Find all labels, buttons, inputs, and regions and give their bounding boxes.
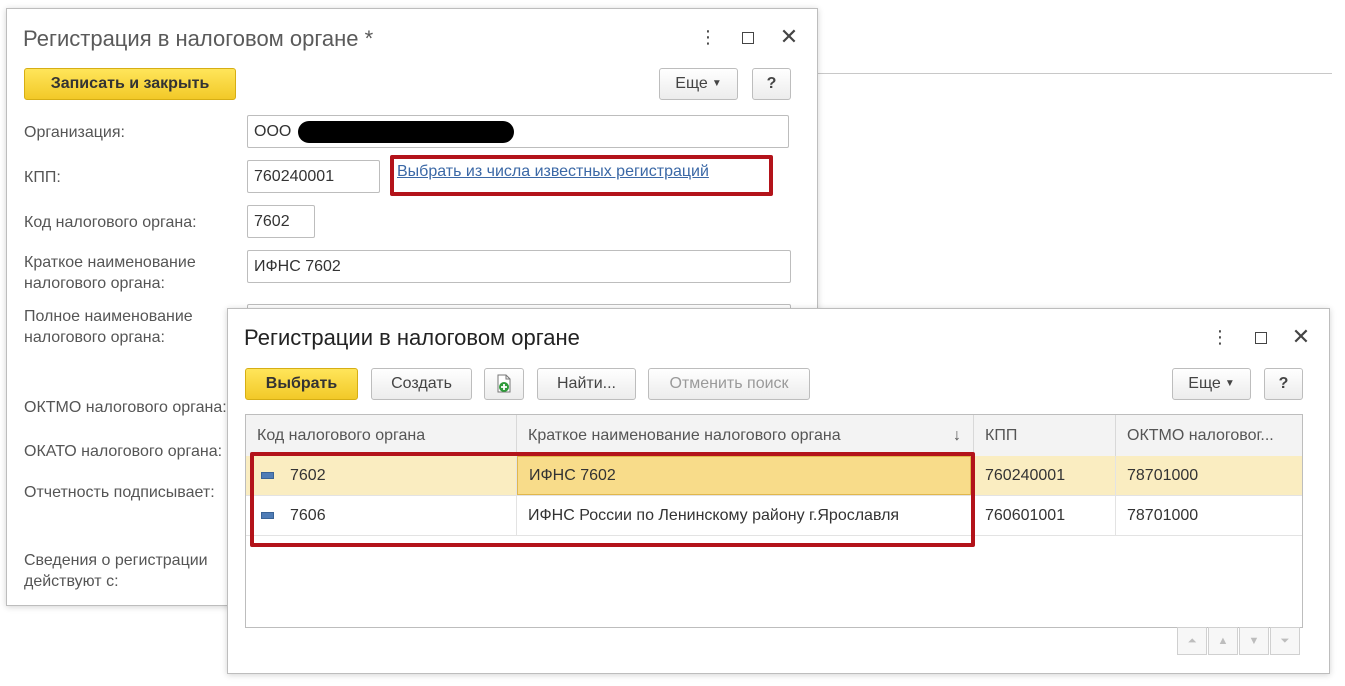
signer-label: Отчетность подписывает: <box>24 484 215 501</box>
short-name-label: Краткое наименование налогового органа: <box>24 254 196 292</box>
org-value: ООО <box>254 123 292 140</box>
last-page-icon[interactable]: ⏷ <box>1270 627 1300 655</box>
tax-code-field[interactable]: 7602 <box>247 205 315 238</box>
column-header-oktmo[interactable]: ОКТМО налоговог... <box>1116 415 1302 456</box>
close-icon[interactable]: ✕ <box>778 26 800 48</box>
more-menu-label: Еще <box>675 75 708 93</box>
form-title: Регистрация в налоговом органе * <box>23 26 374 51</box>
create-button[interactable]: Создать <box>371 368 472 400</box>
cell-kpp: 760240001 <box>974 456 1116 495</box>
org-field[interactable]: ООО <box>247 115 789 148</box>
registrations-list-window: Регистрации в налоговом органе ⋮ ✕ Выбра… <box>227 308 1330 674</box>
full-name-label: Полное наименование налогового органа: <box>24 308 193 346</box>
cell-oktmo: 78701000 <box>1127 507 1199 524</box>
help-button[interactable]: ? <box>1264 368 1303 400</box>
chevron-down-icon: ▼ <box>711 78 722 89</box>
cell-oktmo: 78701000 <box>1127 467 1199 484</box>
column-header-short-name-label: Краткое наименование налогового органа <box>528 427 841 444</box>
highlight-frame-link <box>390 155 773 196</box>
more-menu-button[interactable]: Еще ▼ <box>659 68 738 100</box>
org-label: Организация: <box>24 124 125 141</box>
next-page-icon[interactable]: ▼ <box>1239 627 1269 655</box>
oktmo-label: ОКТМО налогового органа: <box>24 399 227 416</box>
more-menu-button[interactable]: Еще ▼ <box>1172 368 1251 400</box>
short-name-field[interactable]: ИФНС 7602 <box>247 250 791 283</box>
kpp-field[interactable]: 760240001 <box>247 160 380 193</box>
column-header-code[interactable]: Код налогового органа <box>246 415 517 456</box>
add-copy-button[interactable] <box>484 368 524 400</box>
select-button[interactable]: Выбрать <box>245 368 358 400</box>
more-vertical-icon[interactable]: ⋮ <box>1209 326 1231 348</box>
valid-from-label: Сведения о регистрации действуют с: <box>24 552 208 590</box>
maximize-icon[interactable] <box>1250 326 1272 348</box>
chevron-down-icon: ▼ <box>1224 378 1235 389</box>
close-icon[interactable]: ✕ <box>1290 326 1312 348</box>
more-vertical-icon[interactable]: ⋮ <box>697 26 719 48</box>
column-header-kpp[interactable]: КПП <box>974 415 1116 456</box>
redaction-mark <box>298 121 514 143</box>
add-copy-icon <box>497 374 511 393</box>
table-header: Код налогового органа Краткое наименован… <box>246 415 1302 457</box>
list-title: Регистрации в налоговом органе <box>244 325 580 350</box>
prev-page-icon[interactable]: ▲ <box>1208 627 1238 655</box>
tax-code-label: Код налогового органа: <box>24 214 197 231</box>
find-button[interactable]: Найти... <box>537 368 636 400</box>
highlight-frame-rows <box>250 452 975 547</box>
cancel-search-button[interactable]: Отменить поиск <box>648 368 810 400</box>
kpp-label: КПП: <box>24 169 61 186</box>
column-header-short-name[interactable]: Краткое наименование налогового органа ↓ <box>517 415 974 456</box>
help-button[interactable]: ? <box>752 68 791 100</box>
background-divider <box>816 73 1332 74</box>
first-page-icon[interactable]: ⏶ <box>1177 627 1207 655</box>
okato-label: ОКАТО налогового органа: <box>24 443 223 460</box>
save-and-close-button[interactable]: Записать и закрыть <box>24 68 236 100</box>
maximize-icon[interactable] <box>737 26 759 48</box>
more-menu-label: Еще <box>1188 375 1221 393</box>
sort-down-icon: ↓ <box>953 427 961 444</box>
cell-kpp: 760601001 <box>974 496 1116 535</box>
